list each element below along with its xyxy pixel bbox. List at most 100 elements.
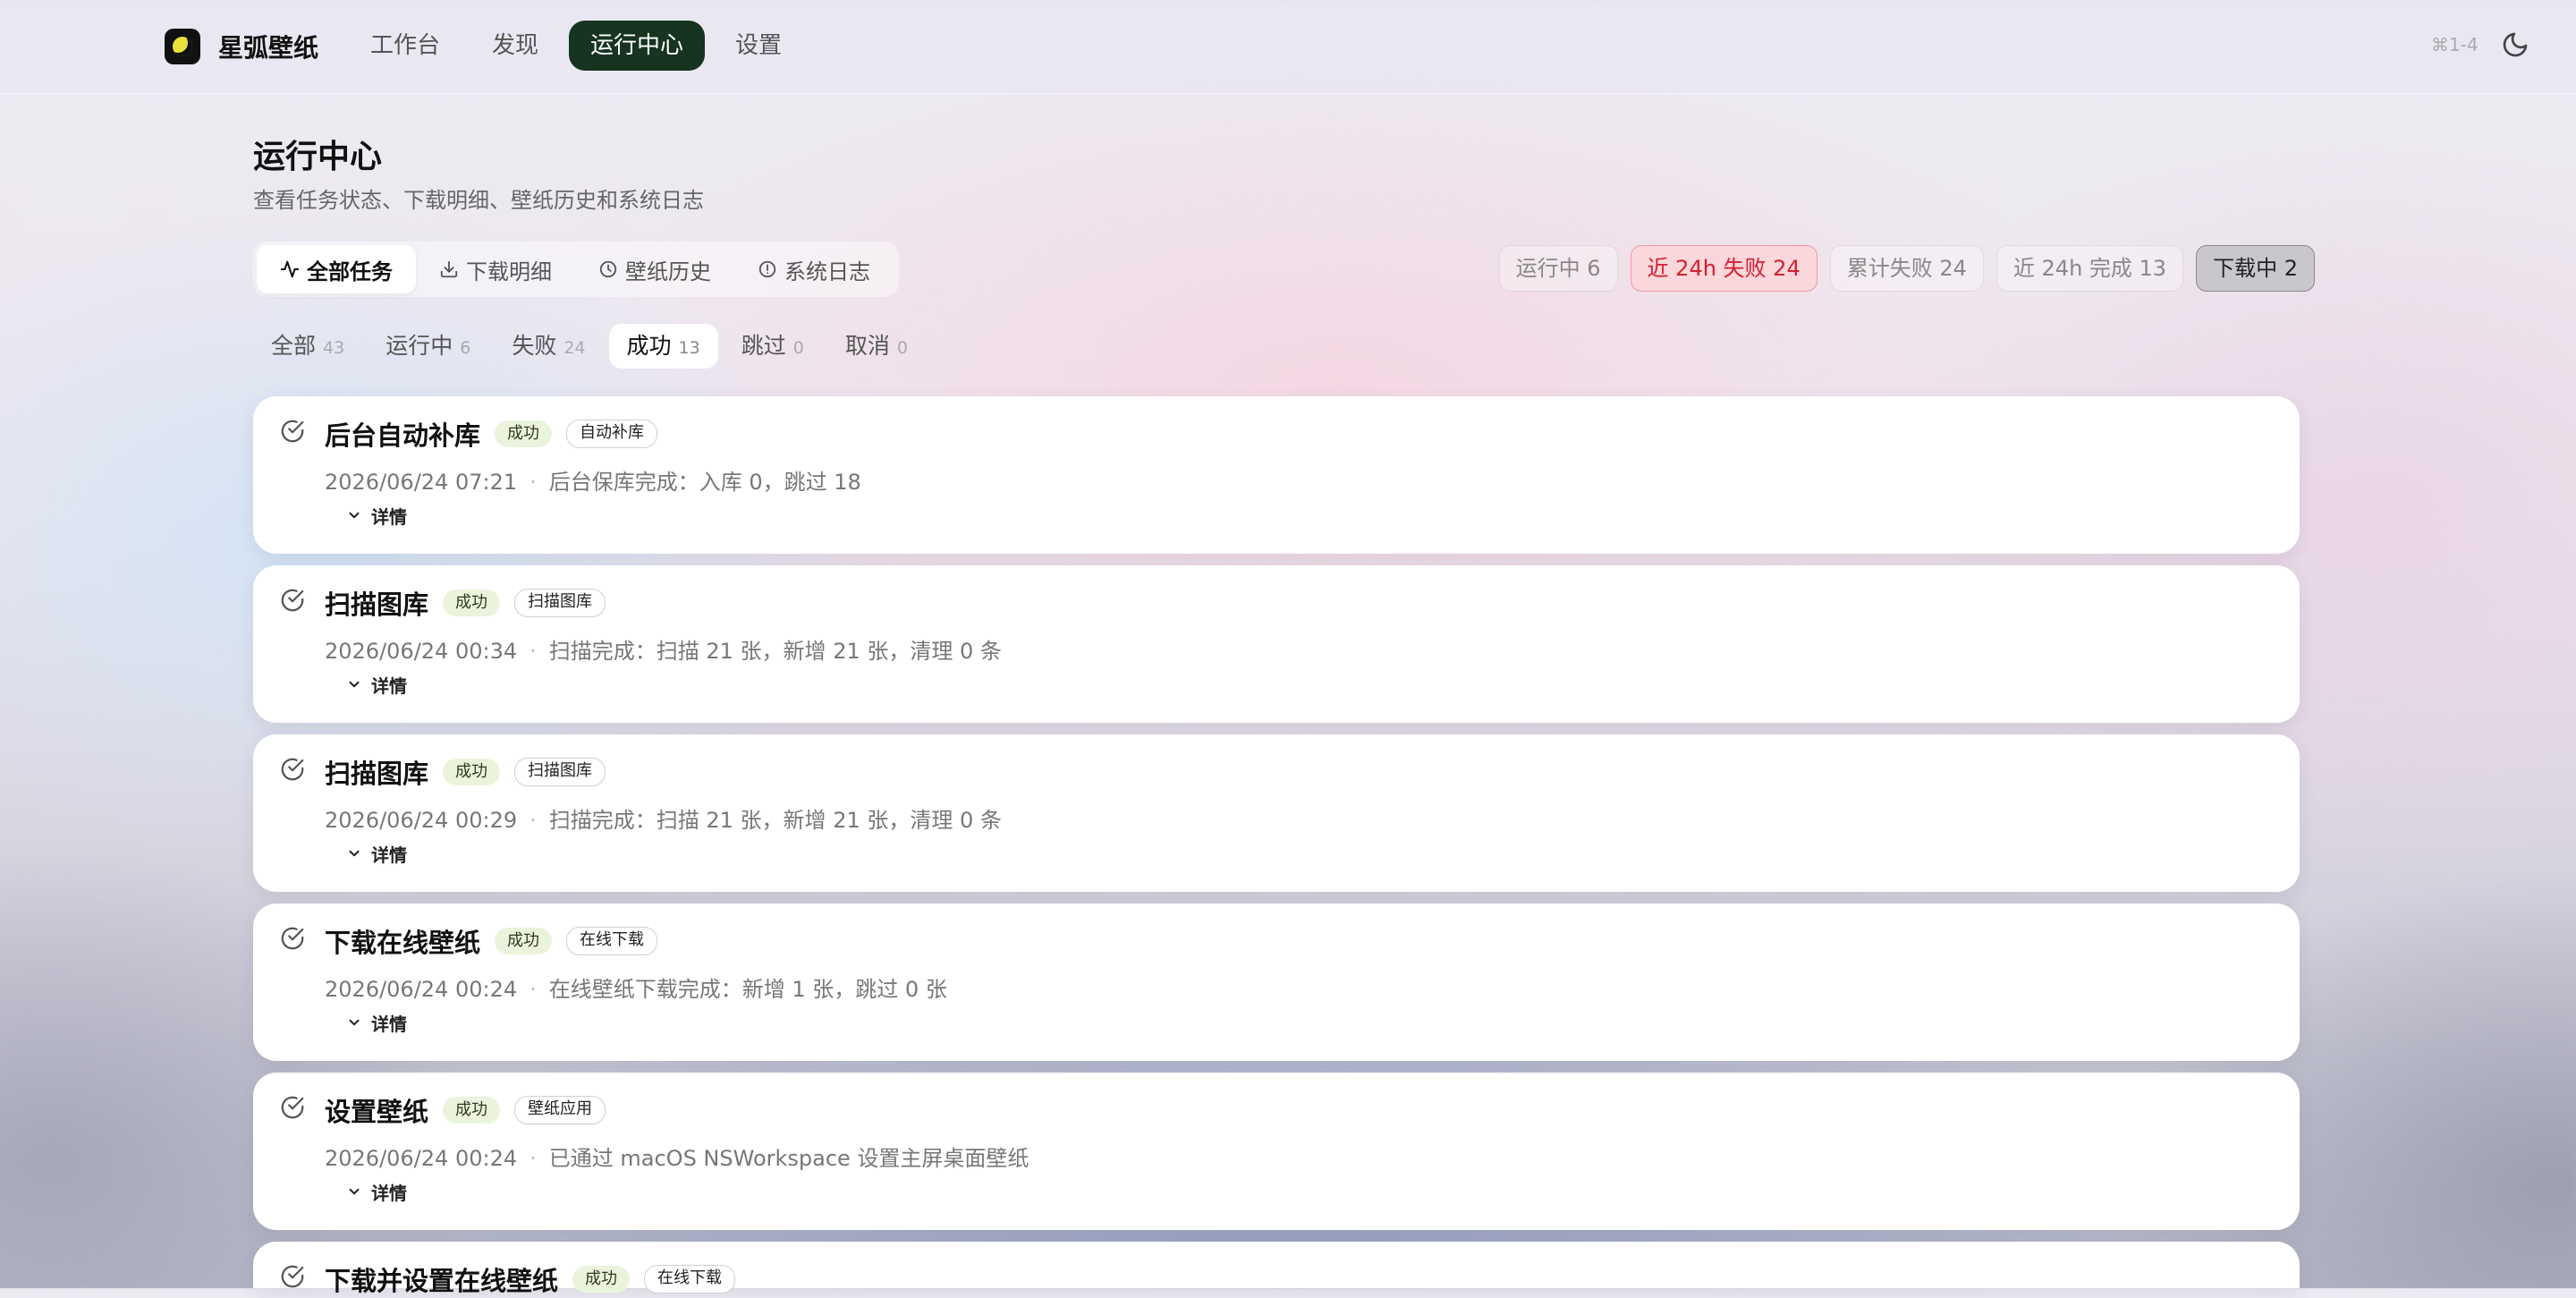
separator: · <box>530 470 537 495</box>
details-toggle[interactable]: 详情 <box>346 669 407 700</box>
filter-label: 跳过 <box>741 333 786 359</box>
nav-item-workbench[interactable]: 工作台 <box>349 21 462 71</box>
task-card: 后台自动补库 成功 自动补库 2026/06/24 07:21 · 后台保库完成：入… <box>253 396 2300 554</box>
task-time: 2026/06/24 00:24 <box>325 977 518 1002</box>
page-subtitle: 查看任务状态、下载明细、壁纸历史和系统日志 <box>253 188 704 213</box>
check-circle-icon <box>281 589 304 612</box>
tab-label: 壁纸历史 <box>625 259 711 284</box>
task-message: 后台保库完成：入库 0，跳过 18 <box>548 470 861 495</box>
tab-system-logs[interactable]: 系统日志 <box>734 245 894 293</box>
check-circle-icon <box>281 927 304 950</box>
task-meta: 2026/06/24 07:21 · 后台保库完成：入库 0，跳过 18 <box>325 464 861 496</box>
details-toggle[interactable]: 详情 <box>346 500 407 530</box>
task-message: 扫描完成：扫描 21 张，新增 21 张，清理 0 条 <box>548 808 1002 833</box>
shortcut-hint: ⌘1-4 <box>2431 34 2479 55</box>
details-label: 详情 <box>371 674 407 697</box>
task-name: 扫描图库 <box>325 590 429 620</box>
filter-label: 失败 <box>512 333 557 359</box>
task-card: 扫描图库 成功 扫描图库 2026/06/24 00:34 · 扫描完成：扫描 21… <box>253 565 2300 723</box>
app-logo-icon <box>165 29 200 64</box>
chevron-down-icon <box>349 1019 360 1026</box>
filter-running[interactable]: 运行中 6 <box>368 324 488 369</box>
stats-bar: 运行中 6 近 24h 失败 24 累计失败 24 近 24h 完成 13 下载… <box>1498 245 2315 292</box>
details-label: 详情 <box>371 1182 407 1204</box>
stat-running[interactable]: 运行中 6 <box>1498 245 1618 292</box>
moon-icon[interactable] <box>2501 30 2529 59</box>
type-badge: 在线下载 <box>566 927 658 955</box>
app-name: 星弧壁纸 <box>218 33 319 63</box>
task-meta: 2026/06/24 00:24 · 已通过 macOS NSWorkspace 设… <box>325 1141 1029 1172</box>
task-name: 下载在线壁纸 <box>325 928 481 958</box>
stat-failed-24h[interactable]: 近 24h 失败 24 <box>1630 245 1818 292</box>
tab-all-tasks[interactable]: 全部任务 <box>257 245 416 293</box>
task-title-row: 设置壁纸 成功 壁纸应用 <box>325 1092 606 1128</box>
details-label: 详情 <box>371 1013 407 1035</box>
task-title-row: 扫描图库 成功 扫描图库 <box>325 585 606 621</box>
chevron-down-icon <box>349 1188 360 1195</box>
separator: · <box>530 808 537 833</box>
chevron-down-icon <box>349 512 360 519</box>
separator: · <box>530 1146 537 1171</box>
filter-count: 24 <box>564 338 586 358</box>
download-icon <box>440 260 458 278</box>
check-circle-icon <box>281 1096 304 1119</box>
details-toggle[interactable]: 详情 <box>346 838 407 869</box>
type-badge: 自动补库 <box>566 420 658 448</box>
nav-item-settings[interactable]: 设置 <box>714 21 803 71</box>
filter-label: 取消 <box>844 333 890 359</box>
status-badge: 成功 <box>443 1097 501 1124</box>
type-badge: 扫描图库 <box>514 758 606 786</box>
task-name: 扫描图库 <box>325 759 429 789</box>
task-title-row: 下载在线壁纸 成功 在线下载 <box>325 923 658 959</box>
task-time: 2026/06/24 00:24 <box>325 1146 518 1171</box>
view-tabs: 全部任务 下载明细 壁纸历史 系统日志 <box>253 242 899 297</box>
status-badge: 成功 <box>495 928 553 954</box>
info-icon <box>758 260 776 278</box>
type-badge: 壁纸应用 <box>514 1096 606 1124</box>
chevron-down-icon <box>349 681 360 688</box>
details-toggle[interactable]: 详情 <box>346 1176 407 1207</box>
check-circle-icon <box>281 758 304 781</box>
task-time: 2026/06/24 00:34 <box>325 639 518 664</box>
brand[interactable]: 星弧壁纸 <box>165 27 318 66</box>
details-toggle[interactable]: 详情 <box>346 1007 407 1038</box>
separator: · <box>530 639 537 664</box>
clock-icon <box>599 260 617 278</box>
stat-downloading[interactable]: 下载中 2 <box>2196 245 2315 292</box>
chevron-down-icon <box>349 850 360 857</box>
filter-count: 13 <box>678 338 700 358</box>
details-label: 详情 <box>371 505 407 528</box>
filter-cancelled[interactable]: 取消 0 <box>827 324 926 369</box>
nav-item-run-center[interactable]: 运行中心 <box>569 21 706 71</box>
filter-failed[interactable]: 失败 24 <box>494 324 603 369</box>
task-title-row: 下载并设置在线壁纸 成功 在线下载 <box>325 1261 736 1297</box>
check-circle-icon <box>281 420 304 443</box>
filter-skipped[interactable]: 跳过 0 <box>724 324 822 369</box>
task-card: 下载并设置在线壁纸 成功 在线下载 <box>253 1242 2300 1296</box>
stat-failed-total[interactable]: 累计失败 24 <box>1829 245 1984 292</box>
filter-all[interactable]: 全部 43 <box>253 324 362 369</box>
task-card: 扫描图库 成功 扫描图库 2026/06/24 00:29 · 扫描完成：扫描 21… <box>253 734 2300 892</box>
type-badge: 扫描图库 <box>514 589 606 617</box>
filter-count: 0 <box>896 338 908 358</box>
status-badge: 成功 <box>443 590 501 616</box>
nav-item-discover[interactable]: 发现 <box>470 21 560 71</box>
task-time: 2026/06/24 07:21 <box>325 470 518 495</box>
task-name: 后台自动补库 <box>325 420 481 451</box>
tab-downloads[interactable]: 下载明细 <box>416 245 575 293</box>
stat-completed-24h[interactable]: 近 24h 完成 13 <box>1996 245 2184 292</box>
filter-count: 0 <box>792 338 804 358</box>
task-message: 在线壁纸下载完成：新增 1 张，跳过 0 张 <box>548 977 947 1002</box>
tab-wallpaper-history[interactable]: 壁纸历史 <box>575 245 734 293</box>
filter-count: 6 <box>460 338 471 358</box>
status-badge: 成功 <box>572 1266 631 1293</box>
tab-label: 系统日志 <box>784 259 870 284</box>
task-time: 2026/06/24 00:29 <box>325 808 518 833</box>
filter-success[interactable]: 成功 13 <box>608 324 718 369</box>
tab-label: 全部任务 <box>307 259 393 284</box>
task-meta: 2026/06/24 00:24 · 在线壁纸下载完成：新增 1 张，跳过 0 张 <box>325 971 947 1003</box>
status-badge: 成功 <box>443 759 501 785</box>
task-title-row: 扫描图库 成功 扫描图库 <box>325 754 606 790</box>
task-message: 扫描完成：扫描 21 张，新增 21 张，清理 0 条 <box>548 639 1002 664</box>
task-name: 下载并设置在线壁纸 <box>325 1266 559 1296</box>
